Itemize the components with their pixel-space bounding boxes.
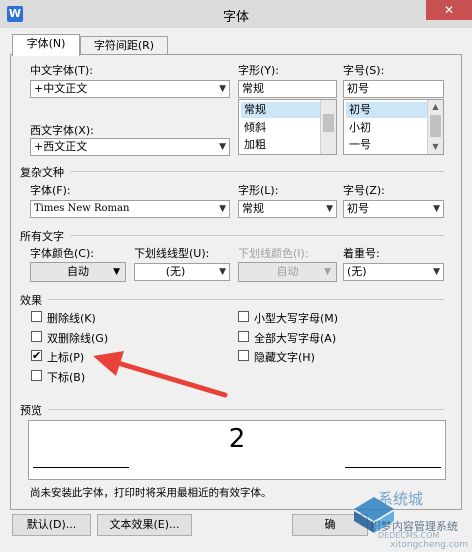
preview-section-title: 预览 (20, 404, 42, 417)
default-button[interactable]: 默认(D)... (12, 514, 91, 536)
preview-sample-text: 2 (228, 424, 246, 454)
preview-box: 2 (28, 420, 446, 480)
watermark-brand: 系统城 (378, 490, 424, 508)
watermark-line3: xitongcheng.com (390, 540, 468, 550)
text-effects-button[interactable]: 文本效果(E)... (97, 514, 192, 536)
preview-baseline-right (345, 467, 441, 468)
preview-baseline-left (33, 467, 129, 468)
divider (48, 409, 444, 410)
font-not-installed-note: 尚未安装此字体，打印时将采用最相近的有效字体。 (30, 487, 272, 499)
watermark-line2: DEDECMS.COM (378, 531, 440, 540)
tab-font[interactable]: 字体(N) (12, 34, 80, 56)
